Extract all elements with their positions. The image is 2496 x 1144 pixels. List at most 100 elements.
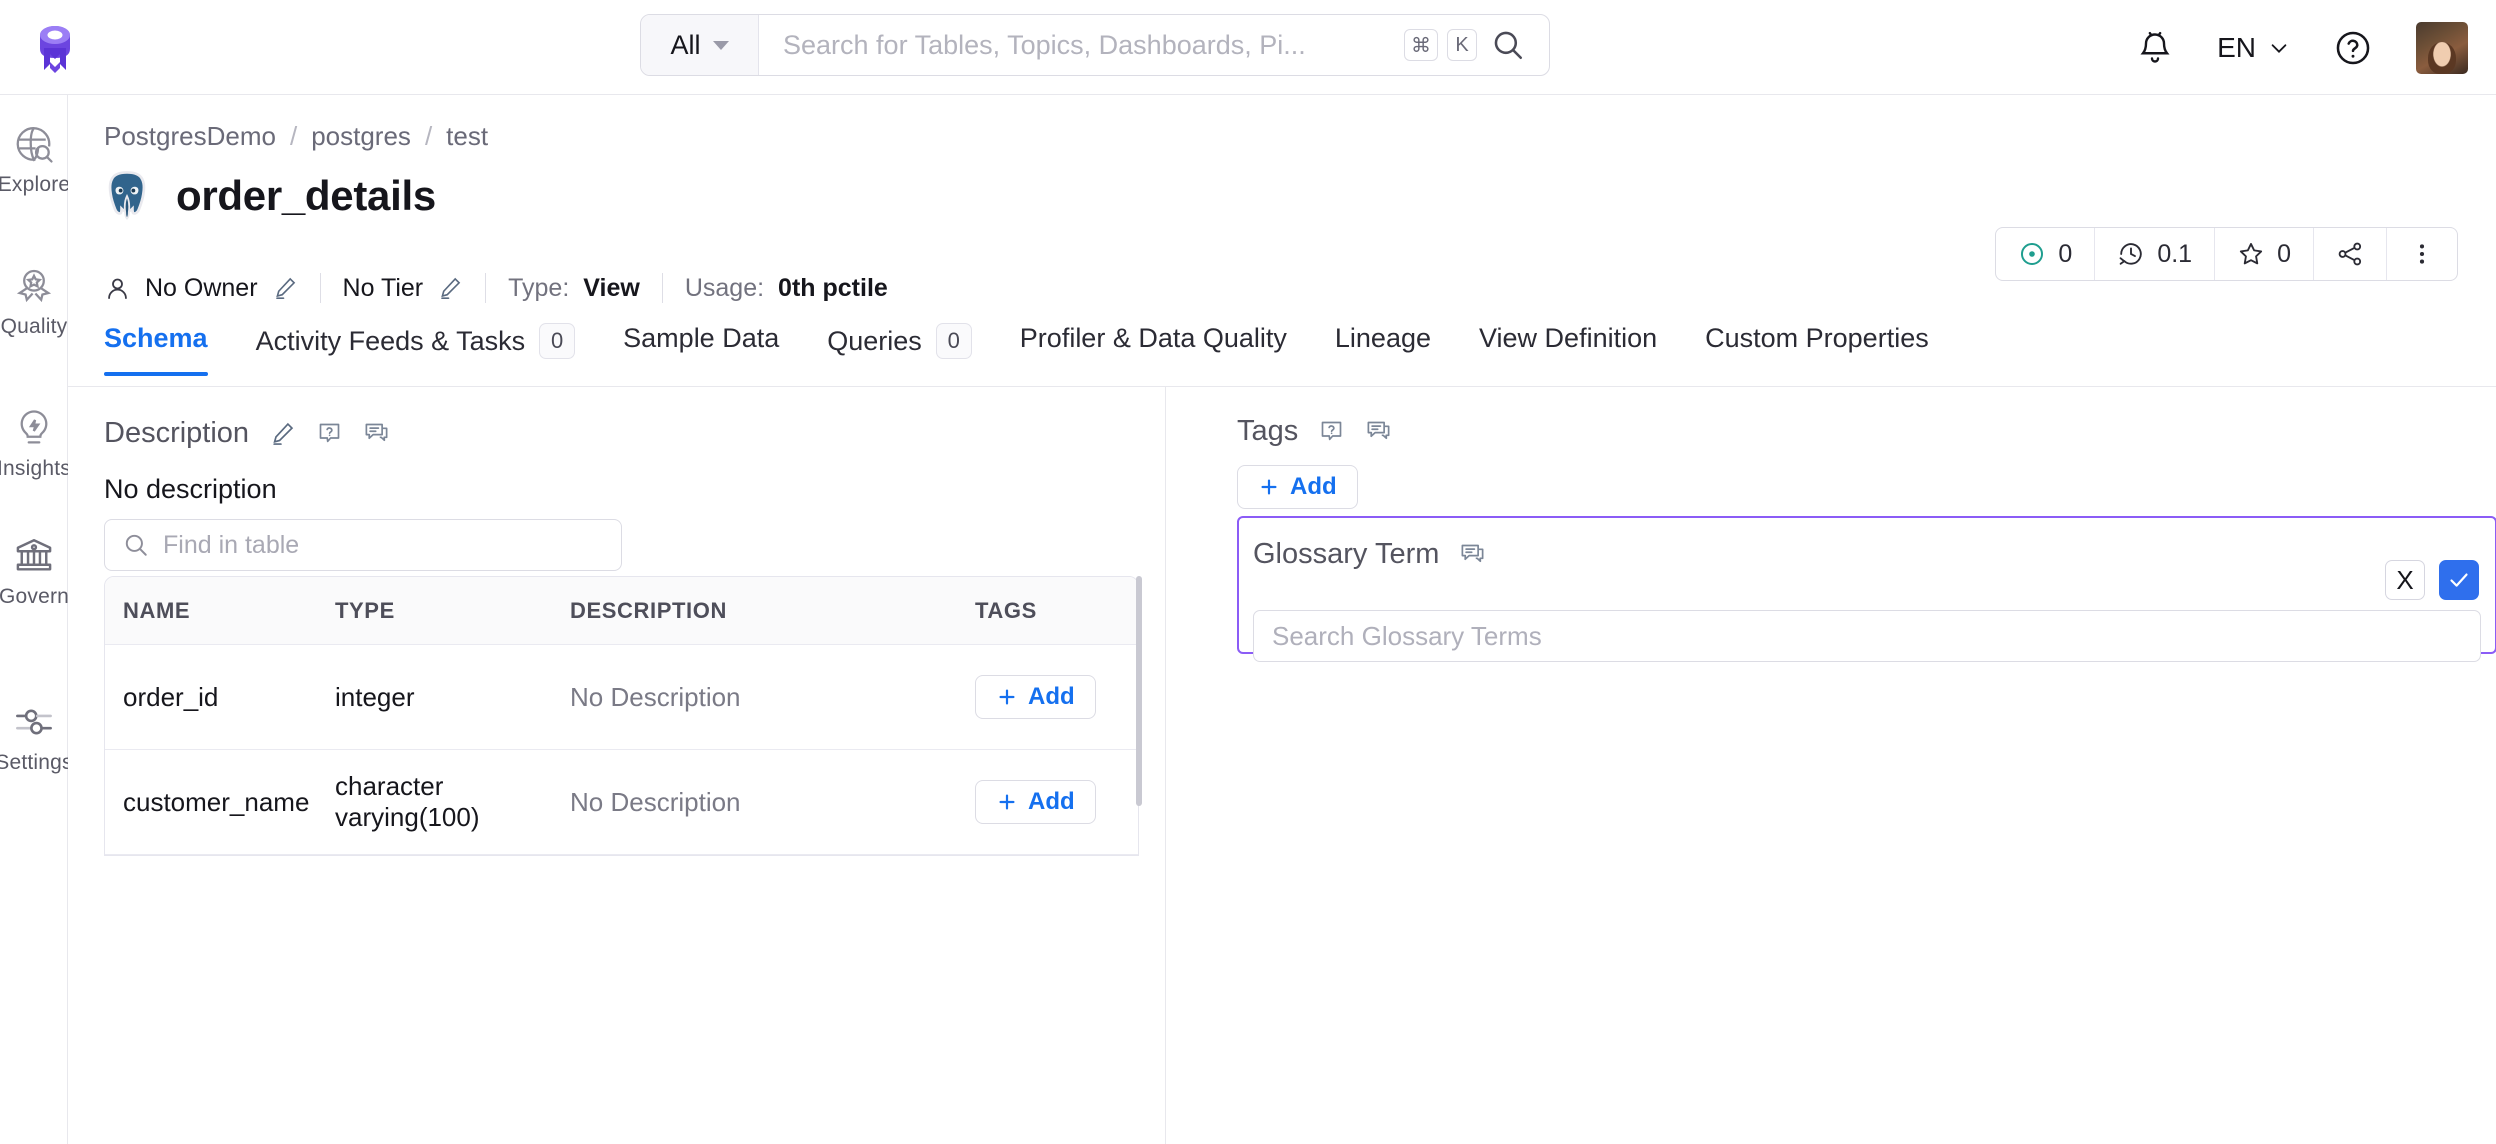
entity-meta-row: No Owner No Tier Type: View Usage: 0th p… xyxy=(104,273,888,303)
question-tooltip-icon[interactable] xyxy=(316,420,343,447)
sidebar-item-govern[interactable]: Govern xyxy=(0,535,70,609)
description-header: Description xyxy=(104,417,390,450)
version-history-icon xyxy=(2119,243,2143,265)
glossary-term-actions: X xyxy=(2385,560,2479,600)
entity-tabs: Schema Activity Feeds & Tasks 0 Sample D… xyxy=(104,323,2464,387)
tab-label: Sample Data xyxy=(623,323,780,353)
glossary-term-title: Glossary Term xyxy=(1253,538,1440,570)
close-icon: X xyxy=(2396,564,2414,595)
glossary-term-panel: Glossary Term X xyxy=(1237,516,2496,662)
sidebar-item-explore[interactable]: Explore xyxy=(0,123,70,197)
add-tag-button[interactable]: Add xyxy=(1237,465,1358,509)
add-tag-button[interactable]: Add xyxy=(975,675,1096,719)
column-header-type: TYPE xyxy=(335,597,395,623)
pencil-icon[interactable] xyxy=(437,275,463,301)
tab-activity-feeds-tasks[interactable]: Activity Feeds & Tasks 0 xyxy=(232,323,600,381)
comment-icon[interactable] xyxy=(363,420,390,447)
tab-profiler-data-quality[interactable]: Profiler & Data Quality xyxy=(996,323,1311,376)
comment-icon[interactable] xyxy=(1459,541,1486,568)
language-selector[interactable]: EN xyxy=(2217,32,2290,64)
glossary-search-input[interactable] xyxy=(1272,620,2462,652)
cell-column-tags: Add xyxy=(975,675,1138,719)
globe-search-icon xyxy=(13,123,55,165)
top-header: All ⌘ K EN xyxy=(0,0,2496,95)
user-icon xyxy=(104,275,131,302)
bank-icon xyxy=(13,535,55,577)
share-icon xyxy=(2338,242,2362,266)
sidebar-item-quality[interactable]: Quality xyxy=(0,265,68,339)
avatar[interactable] xyxy=(2416,21,2468,74)
announcement-count: 0 xyxy=(2058,239,2073,268)
share-button[interactable] xyxy=(2314,228,2387,280)
divider xyxy=(319,273,321,303)
add-tag-label: Add xyxy=(1028,788,1075,815)
glossary-search-field[interactable] xyxy=(1253,610,2481,662)
openmetadata-logo[interactable] xyxy=(24,16,86,78)
version-button[interactable]: 0.1 xyxy=(2095,228,2216,280)
tab-badge: 0 xyxy=(935,323,972,359)
add-tag-button[interactable]: Add xyxy=(975,780,1096,824)
tab-view-definition[interactable]: View Definition xyxy=(1455,323,1681,376)
usage-key: Usage: xyxy=(684,273,765,302)
tab-custom-properties[interactable]: Custom Properties xyxy=(1681,323,1953,376)
columns-table: NAME TYPE DESCRIPTION TAGS order_id inte… xyxy=(104,576,1139,856)
table-scrollbar[interactable] xyxy=(1136,576,1142,806)
pencil-icon[interactable] xyxy=(269,420,296,447)
find-in-table-input[interactable] xyxy=(163,530,603,560)
search-scope-select[interactable]: All xyxy=(641,15,759,75)
plus-icon xyxy=(999,794,1015,810)
description-title: Description xyxy=(104,417,250,449)
question-tooltip-icon[interactable] xyxy=(1318,418,1345,445)
comment-icon[interactable] xyxy=(1365,418,1392,445)
pencil-icon[interactable] xyxy=(272,275,298,301)
breadcrumb-item-database[interactable]: postgres xyxy=(311,121,411,152)
sidebar-item-label: Govern xyxy=(0,585,70,608)
sidebar-item-settings[interactable]: Settings xyxy=(0,701,73,775)
divider xyxy=(661,273,663,303)
cell-column-type: integer xyxy=(335,681,415,712)
table-row[interactable]: customer_name character varying(100) No … xyxy=(105,750,1138,855)
star-icon xyxy=(2240,243,2263,265)
postgres-elephant-icon xyxy=(98,167,156,225)
kebab-menu-icon xyxy=(2419,244,2425,264)
tab-lineage[interactable]: Lineage xyxy=(1311,323,1455,376)
tab-schema[interactable]: Schema xyxy=(104,323,232,376)
cell-column-name: order_id xyxy=(123,681,219,712)
lightbulb-icon xyxy=(13,407,55,449)
search-icon[interactable] xyxy=(1491,28,1549,62)
search-input[interactable] xyxy=(759,15,1404,75)
save-button[interactable] xyxy=(2439,560,2479,600)
schema-main-column: Description No description Find in table… xyxy=(68,387,1166,1144)
more-options-button[interactable] xyxy=(2387,228,2457,280)
tab-queries[interactable]: Queries 0 xyxy=(803,323,996,381)
tier-field[interactable]: No Tier xyxy=(343,274,464,303)
bell-icon[interactable] xyxy=(2137,30,2173,66)
cell-column-description: No Description xyxy=(570,786,741,817)
cell-column-name: customer_name xyxy=(123,786,310,817)
follow-count: 0 xyxy=(2277,239,2291,268)
sidebar-item-insights[interactable]: Insights xyxy=(0,407,71,481)
follow-button[interactable]: 0 xyxy=(2215,228,2314,280)
announcement-button[interactable]: 0 xyxy=(1996,228,2096,280)
entity-usage-field: Usage: 0th pctile xyxy=(685,274,888,303)
breadcrumb-item-service[interactable]: PostgresDemo xyxy=(104,121,276,152)
tab-sample-data[interactable]: Sample Data xyxy=(599,323,803,376)
column-header-tags: TAGS xyxy=(975,597,1037,623)
global-search-bar[interactable]: All ⌘ K xyxy=(640,14,1550,76)
search-scope-label: All xyxy=(670,29,701,60)
question-circle-icon[interactable] xyxy=(2334,29,2372,67)
glossary-term-header: Glossary Term xyxy=(1253,538,1486,571)
entity-type-key: Type: xyxy=(508,273,570,302)
breadcrumb-item-schema[interactable]: test xyxy=(446,121,488,152)
tab-label: Custom Properties xyxy=(1705,323,1929,353)
version-value: 0.1 xyxy=(2157,239,2193,268)
tab-label: Schema xyxy=(104,323,208,353)
shortcut-modifier-key: ⌘ xyxy=(1404,29,1438,61)
table-row[interactable]: order_id integer No Description Add xyxy=(105,645,1138,750)
find-in-table-field[interactable] xyxy=(104,519,622,571)
plus-icon xyxy=(1261,479,1277,495)
owner-field[interactable]: No Owner xyxy=(104,274,298,303)
search-shortcut-hint: ⌘ K xyxy=(1404,29,1491,61)
plus-icon xyxy=(999,689,1015,705)
cancel-button[interactable]: X xyxy=(2385,560,2425,600)
